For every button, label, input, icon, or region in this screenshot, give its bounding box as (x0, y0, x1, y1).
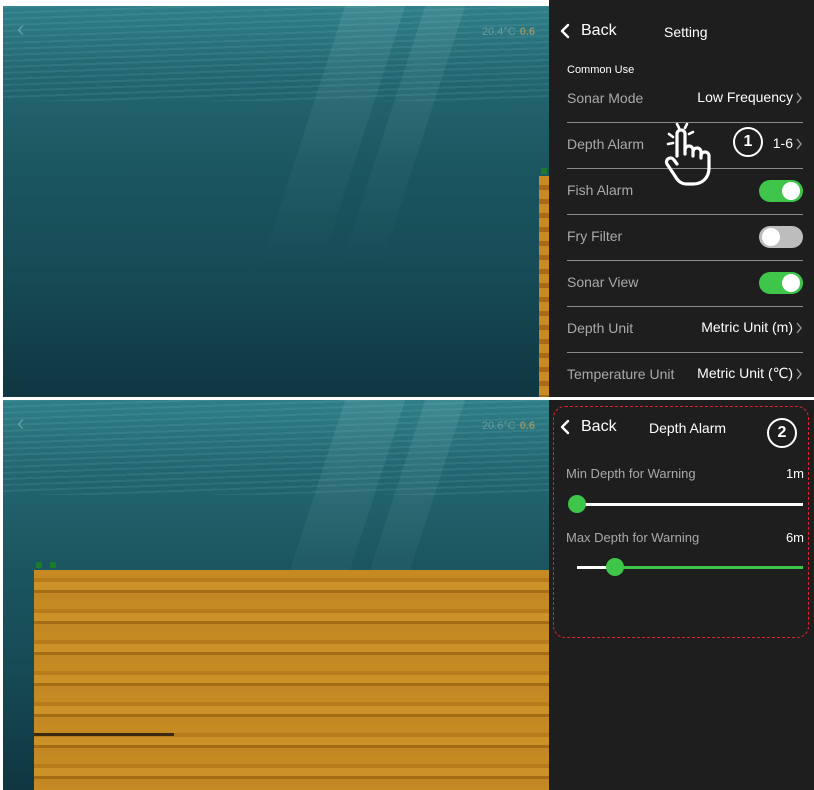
fish-marker (541, 168, 547, 174)
row-value: Metric Unit (m) (701, 319, 793, 335)
water-depth: 0.6 (519, 26, 535, 38)
chevron-right-icon (796, 138, 802, 150)
hand-pointer-icon (664, 122, 711, 186)
toggle-knob (782, 182, 800, 200)
depth-alarm-screen: ‹ 20.6°C 0.6 Back Depth Alarm Min Depth f… (0, 400, 814, 790)
row-sonar-view: Sonar View (567, 260, 803, 307)
back-button[interactable]: Back (557, 22, 617, 40)
sonar-bottom-strip (539, 176, 549, 398)
row-label: Fry Filter (567, 228, 623, 244)
settings-panel: Back Setting Common Use Sonar Mode Low F… (549, 0, 814, 398)
sonar-view-toggle[interactable] (759, 272, 803, 294)
water-temperature: 20.6°C (481, 420, 516, 432)
row-sonar-mode[interactable]: Sonar Mode Low Frequency (567, 76, 803, 123)
sonar-readout: 20.6°C 0.6 (482, 420, 535, 432)
toggle-knob (762, 228, 780, 246)
fish-alarm-toggle[interactable] (759, 180, 803, 202)
row-value: Low Frequency (697, 89, 793, 105)
chevron-right-icon (796, 322, 802, 334)
chevron-left-icon (560, 23, 570, 39)
sonar-back-icon[interactable]: ‹ (17, 18, 39, 40)
row-depth-unit[interactable]: Depth Unit Metric Unit (m) (567, 306, 803, 353)
step-one-badge: 1 (733, 127, 763, 157)
water-temperature: 20.4°C (481, 26, 516, 38)
fry-filter-toggle[interactable] (759, 226, 803, 248)
section-label: Common Use (567, 64, 635, 76)
sonar-back-icon[interactable]: ‹ (17, 412, 39, 434)
sonar-readout: 20.4°C 0.6 (482, 26, 535, 38)
row-label: Sonar Mode (567, 90, 644, 106)
water-depth: 0.6 (519, 420, 535, 432)
sonar-view: ‹ 20.6°C 0.6 (3, 400, 549, 790)
row-label: Depth Alarm (567, 136, 645, 152)
sonar-bottom-bed (34, 570, 549, 790)
row-label: Depth Unit (567, 320, 634, 336)
back-label: Back (581, 22, 617, 39)
water-surface (3, 6, 549, 101)
chevron-right-icon (796, 368, 802, 380)
row-label: Fish Alarm (567, 182, 634, 198)
setting-screen: ‹ 20.4°C 0.6 Back Setting Common Use Sona… (0, 0, 814, 398)
settings-header: Back Setting (549, 0, 814, 58)
sonar-view: ‹ 20.4°C 0.6 (3, 6, 549, 398)
row-temperature-unit[interactable]: Temperature Unit Metric Unit (℃) (567, 352, 803, 398)
row-label: Sonar View (567, 274, 639, 290)
row-fry-filter: Fry Filter (567, 214, 803, 261)
water-surface (3, 400, 549, 495)
fish-marker (50, 562, 56, 568)
step-two-badge: 2 (767, 418, 797, 448)
chevron-right-icon (796, 92, 802, 104)
page-title: Setting (664, 24, 708, 40)
bottom-contour (34, 733, 174, 736)
fish-marker (36, 562, 42, 568)
row-value: 1-6 (772, 135, 793, 151)
toggle-knob (782, 274, 800, 292)
row-label: Temperature Unit (567, 366, 675, 382)
row-value: Metric Unit (℃) (697, 365, 793, 381)
